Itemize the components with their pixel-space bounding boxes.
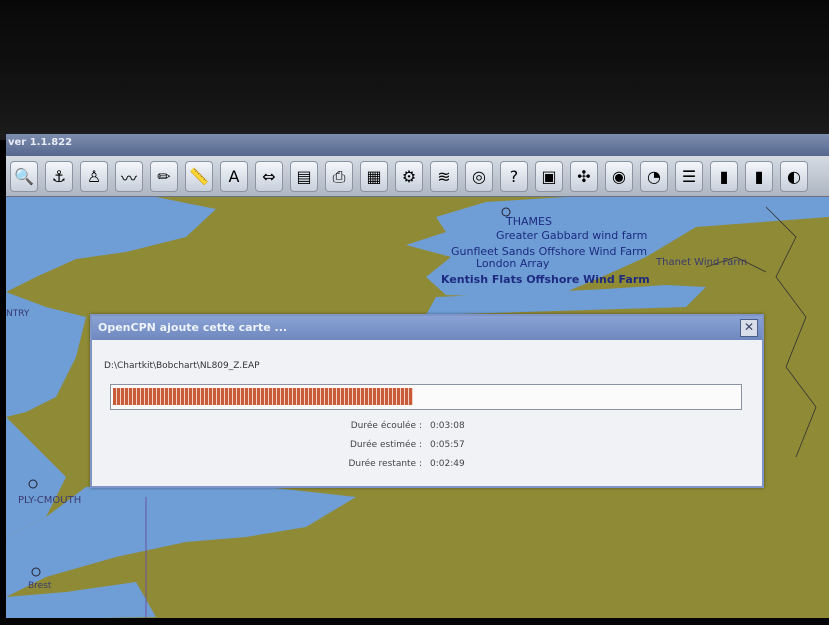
label-brest: Brest (28, 581, 52, 591)
ruler-button[interactable]: 📏 (185, 161, 213, 192)
window-titlebar: ver 1.1.822 (6, 134, 829, 156)
tool-button[interactable]: ⚙ (395, 161, 423, 192)
pencil-icon: ✏ (157, 167, 171, 186)
lifebuoy-icon: ◎ (472, 167, 486, 186)
label-greater-gabbard: Greater Gabbard wind farm (496, 229, 648, 242)
label-plymouth: PLY-CMOUTH (18, 495, 82, 506)
opencpn-window: ver 1.1.822 🔍 ⚓ ♙ 〰 ✏ 📏 A ⇔ ▤ ⎙ ▦ ⚙ ≋ ◎? ▣ ✣ ◉ ◔ ☰ ▮ ▮ ◐ (6, 134, 829, 620)
document-icon: ☰ (681, 167, 697, 186)
web-icon: ◐ (787, 167, 801, 186)
chart-panel-button[interactable]: ▤ (290, 161, 318, 192)
book-icon: ▮ (719, 167, 729, 186)
text-icon: A (228, 167, 240, 186)
person-icon: ♙ (86, 167, 102, 186)
table-button[interactable]: ▦ (360, 161, 388, 192)
estimated-label: Durée estimée : (349, 440, 422, 450)
bookmark-button[interactable]: ▮ (745, 161, 773, 192)
tide-icon: ≋ (437, 167, 451, 186)
elapsed-label: Durée écoulée : (350, 421, 422, 431)
bookmark-icon: ▮ (754, 167, 764, 186)
tide-button[interactable]: ≋ (430, 161, 458, 192)
zoom-in-button[interactable]: 🔍 (10, 161, 38, 192)
ais-icon: ⇔ (262, 167, 276, 186)
globe-button[interactable]: ◉ (605, 161, 633, 192)
pencil-button[interactable]: ✏ (150, 161, 178, 192)
tool-icon: ⚙ (401, 167, 417, 186)
window-title: ver 1.1.822 (8, 137, 73, 148)
settings-icon: ✣ (577, 167, 591, 186)
lifebuoy-button[interactable]: ◎ (465, 161, 493, 192)
person-button[interactable]: ♙ (80, 161, 108, 192)
zoom-in-icon: 🔍 (14, 167, 34, 186)
printer-icon: ⎙ (332, 166, 346, 186)
progress-bar (110, 384, 742, 410)
printer-button[interactable]: ⎙ (325, 161, 353, 192)
dialog-titlebar: OpenCPN ajoute cette carte ... ✕ (92, 316, 762, 340)
web-button[interactable]: ◐ (780, 161, 808, 192)
label-thames: THAMES (506, 215, 552, 228)
main-toolbar: 🔍 ⚓ ♙ 〰 ✏ 📏 A ⇔ ▤ ⎙ ▦ ⚙ ≋ ◎? ▣ ✣ ◉ ◔ ☰ ▮ ▮ ◐ (6, 156, 829, 197)
help-icon: ? (509, 167, 519, 186)
ruler-icon: 📏 (189, 167, 209, 186)
close-icon[interactable]: ✕ (740, 319, 758, 337)
table-icon: ▦ (366, 167, 382, 186)
remaining-value: 0:02:49 (430, 459, 465, 469)
anchor-button[interactable]: ⚓ (45, 161, 73, 192)
text-button[interactable]: A (220, 161, 248, 192)
route-icon: 〰 (120, 168, 137, 188)
elapsed-value: 0:03:08 (430, 421, 465, 431)
route-button[interactable]: 〰 (115, 161, 143, 192)
label-kentish-flats: Kentish Flats Offshore Wind Farm (441, 273, 650, 286)
label-thanet: Thanet Wind Farm (656, 257, 748, 268)
calculator-button[interactable]: ▣ (535, 161, 563, 192)
photo-background-top (0, 0, 829, 140)
estimated-value: 0:05:57 (430, 440, 465, 450)
label-london-array: London Array (476, 257, 550, 270)
book-button[interactable]: ▮ (710, 161, 738, 192)
anchor-icon: ⚓ (51, 167, 67, 186)
settings-button[interactable]: ✣ (570, 161, 598, 192)
ais-button[interactable]: ⇔ (255, 161, 283, 192)
photo-background-bottom (0, 618, 829, 625)
dialog-title: OpenCPN ajoute cette carte ... (98, 321, 288, 334)
help-button[interactable]: ? (500, 161, 528, 192)
dashboard-icon: ◔ (647, 167, 661, 186)
dashboard-button[interactable]: ◔ (640, 161, 668, 192)
remaining-label: Durée restante : (348, 459, 422, 469)
progress-bar-fill (113, 388, 414, 405)
document-button[interactable]: ☰ (675, 161, 703, 192)
calculator-icon: ▣ (541, 167, 557, 186)
globe-icon: ◉ (612, 167, 626, 186)
label-ntry: NTRY (6, 309, 30, 319)
chart-import-dialog: OpenCPN ajoute cette carte ... ✕ D:\Char… (90, 314, 764, 488)
chart-panel-icon: ▤ (296, 167, 312, 186)
chart-file-path: D:\Chartkit\Bobchart\NL809_Z.EAP (104, 361, 260, 371)
